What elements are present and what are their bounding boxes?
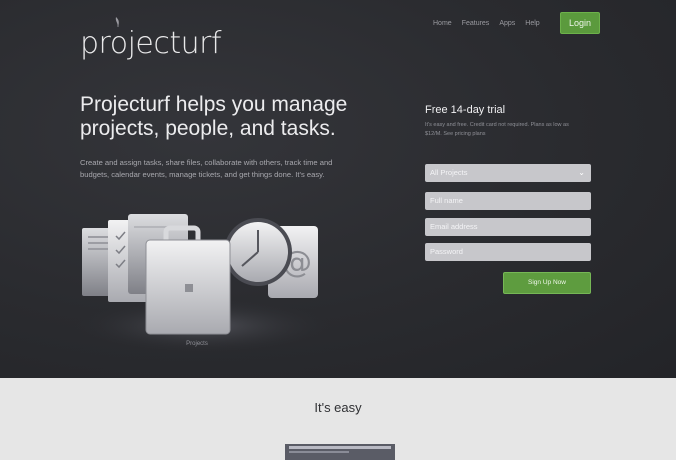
trial-title: Free 14-day trial xyxy=(425,104,506,116)
hero-illustration: @ xyxy=(73,214,333,354)
section-title: It's easy xyxy=(314,400,362,415)
brand-logo[interactable]: projecturf xyxy=(80,26,222,61)
fullname-field[interactable]: Full name xyxy=(425,192,591,210)
thumbnail-subheader xyxy=(289,451,349,453)
nav-home[interactable]: Home xyxy=(433,20,452,27)
password-field[interactable]: Password xyxy=(425,243,591,261)
illustration-caption: Projects xyxy=(186,341,208,347)
screenshot-thumbnail xyxy=(285,444,395,460)
login-button[interactable]: Login xyxy=(560,12,600,34)
nav-help[interactable]: Help xyxy=(525,20,539,27)
briefcase-icon xyxy=(145,225,231,335)
nav-apps[interactable]: Apps xyxy=(499,20,515,27)
thumbnail-header xyxy=(289,446,391,449)
chevron-down-icon: ⌄ xyxy=(578,168,585,177)
hero-description: Create and assign tasks, share files, co… xyxy=(80,158,333,179)
top-navigation: Home Features Apps Help xyxy=(433,20,540,27)
plan-select-value: All Projects xyxy=(430,168,468,177)
hero-headline: Projecturf helps you manage projects, pe… xyxy=(80,93,348,140)
clock-icon xyxy=(224,218,292,286)
email-field[interactable]: Email address xyxy=(425,218,591,236)
trial-subtitle: It's easy and free. Credit card not requ… xyxy=(425,122,569,137)
signup-button[interactable]: Sign Up Now xyxy=(503,272,591,294)
nav-features[interactable]: Features xyxy=(462,20,490,27)
plan-select[interactable]: All Projects ⌄ xyxy=(425,164,591,182)
